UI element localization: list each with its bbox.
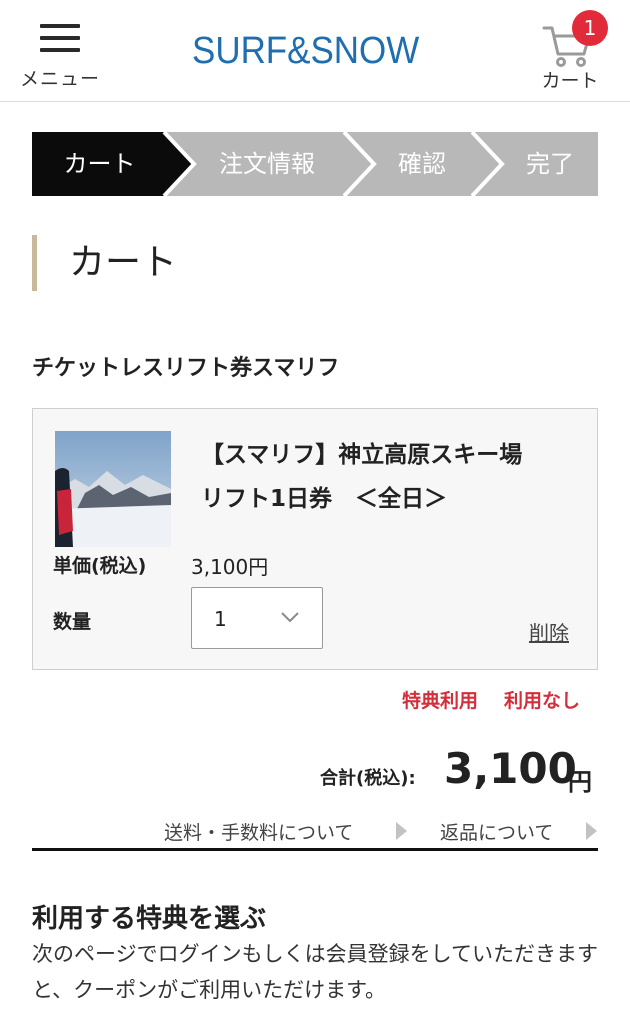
cart-item: 【スマリフ】神立高原スキー場 リフト1日券 ＜全日＞ 単価(税込) 3,100円…	[32, 408, 598, 670]
quantity-value: 1	[214, 607, 227, 631]
unit-price-label: 単価(税込)	[53, 555, 147, 577]
menu-label: メニュー	[20, 68, 101, 90]
page-title: カート	[69, 242, 178, 283]
step-confirm: 確認	[398, 150, 446, 178]
site-logo[interactable]: SURF&SNOW	[192, 30, 419, 74]
product-name-line2: リフト1日券 ＜全日＞	[201, 486, 448, 512]
section-divider	[32, 848, 598, 851]
product-name[interactable]: 【スマリフ】神立高原スキー場 リフト1日券 ＜全日＞	[201, 433, 581, 521]
cart-label: カート	[541, 70, 599, 92]
order-total: 合計(税込): 3,100 円	[320, 744, 598, 796]
select-benefit-heading: 利用する特典を選ぶ	[32, 904, 267, 934]
arrow-right-icon	[396, 822, 407, 840]
returns-link[interactable]: 返品について	[440, 818, 553, 845]
hamburger-icon	[40, 24, 80, 52]
product-category-heading: チケットレスリフト券スマリフ	[32, 356, 340, 381]
benefit-label: 特典利用	[402, 690, 479, 712]
cart-button[interactable]: 1 カート	[532, 10, 612, 92]
arrow-right-icon	[586, 822, 597, 840]
checkout-steps: カート 注文情報 確認 完了	[32, 132, 598, 196]
info-links: 送料・手数料について 返品について	[164, 818, 598, 846]
menu-button[interactable]: メニュー	[20, 22, 100, 92]
page-title-block: カート	[32, 235, 177, 291]
shipping-fee-link[interactable]: 送料・手数料について	[164, 818, 353, 845]
product-image	[55, 431, 171, 547]
benefit-status: 特典利用 利用なし	[402, 686, 580, 713]
step-cart: カート	[63, 150, 136, 178]
total-unit: 円	[568, 768, 592, 796]
quantity-select[interactable]: 1	[191, 587, 323, 649]
total-label: 合計(税込):	[320, 768, 416, 789]
delete-item-link[interactable]: 削除	[529, 617, 569, 646]
select-benefit-description: 次のページでログインもしくは会員登録をしていただきますと、クーポンがご利用いただ…	[32, 942, 598, 1002]
total-amount: 3,100	[444, 744, 577, 793]
quantity-label: 数量	[53, 611, 92, 633]
step-order-info: 注文情報	[219, 150, 315, 178]
benefit-value: 利用なし	[504, 690, 581, 712]
unit-price-value: 3,100円	[191, 555, 269, 579]
step-complete: 完了	[526, 150, 574, 178]
chevron-down-icon	[281, 612, 299, 623]
product-name-line1: 【スマリフ】神立高原スキー場	[201, 442, 523, 468]
site-header: メニュー SURF&SNOW 1 カート	[0, 0, 630, 102]
cart-count-badge: 1	[572, 10, 608, 46]
